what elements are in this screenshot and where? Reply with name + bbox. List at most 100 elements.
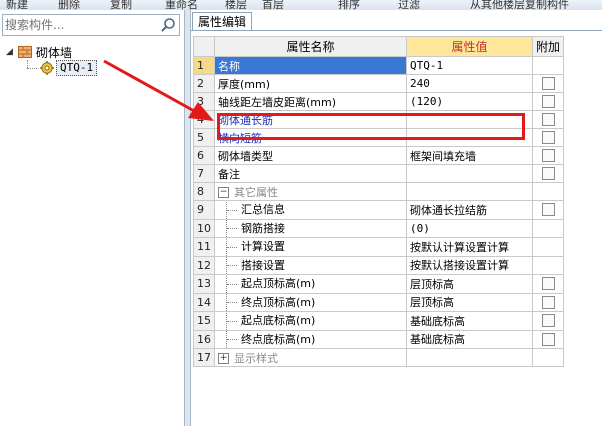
property-name-cell[interactable]: 名称 [214,56,407,75]
property-name-cell[interactable]: 砌体墙类型 [214,146,407,165]
extra-cell[interactable] [531,292,565,312]
property-name-cell[interactable]: 备注 [214,164,407,183]
property-row[interactable]: 3 轴线距左墙皮距离(mm) (120) [193,92,565,111]
property-value-cell[interactable] [406,164,533,183]
tree-node-qtq-1[interactable]: QTQ-1 [40,60,98,76]
extra-cell[interactable] [531,110,565,129]
property-row[interactable]: 2 厚度(mm) 240 [193,74,565,93]
property-value-cell[interactable]: 按默认搭接设置计算 [406,255,533,275]
row-number[interactable]: 8 [193,182,215,201]
row-number[interactable]: 10 [193,218,215,238]
property-value-cell[interactable]: 层顶标高 [406,274,533,294]
property-value-cell[interactable] [406,182,533,201]
property-value-cell[interactable]: 按默认计算设置计算 [406,237,533,257]
row-number[interactable]: 4 [193,110,215,129]
extra-checkbox[interactable] [541,149,555,162]
extra-checkbox[interactable] [541,113,555,126]
property-name: 备注 [218,167,240,181]
property-row[interactable]: 14 终点顶标高(m) 层顶标高 [193,292,565,312]
property-row[interactable]: 10 钢筋搭接 (0) [193,218,565,238]
property-value-cell[interactable]: 砌体通长拉结筋 [406,200,533,220]
extra-cell[interactable] [531,329,565,349]
property-value-cell[interactable]: (120) [406,92,533,111]
collapse-triangle-icon[interactable]: ◢ [6,47,16,57]
corner-cell [193,36,215,57]
search-icon[interactable] [160,17,176,33]
property-name-cell[interactable]: 起点顶标高(m) [214,274,407,294]
property-name: 起点底标高(m) [241,314,316,327]
row-number[interactable]: 7 [193,164,215,183]
extra-checkbox[interactable] [541,203,555,217]
extra-cell[interactable] [531,128,565,147]
property-name-cell[interactable]: 钢筋搭接 [214,218,407,238]
column-header-value: 属性值 [406,36,533,57]
tree-node-masonry-wall[interactable]: ◢ 砌体墙 [6,44,72,60]
extra-cell[interactable] [531,274,565,294]
collapse-icon[interactable]: − [218,187,229,198]
row-number[interactable]: 5 [193,128,215,147]
property-row[interactable]: 15 起点底标高(m) 基础底标高 [193,311,565,331]
row-number[interactable]: 14 [193,292,215,312]
extra-cell[interactable] [531,74,565,93]
row-number[interactable]: 16 [193,329,215,349]
property-value-cell[interactable]: 基础底标高 [406,329,533,349]
extra-checkbox[interactable] [541,77,555,90]
extra-cell[interactable] [531,92,565,111]
extra-cell[interactable] [531,146,565,165]
property-name-cell[interactable]: 厚度(mm) [214,74,407,93]
row-number[interactable]: 3 [193,92,215,111]
extra-checkbox[interactable] [541,314,555,328]
tab-property-edit[interactable]: 属性编辑 [192,12,253,31]
search-input[interactable] [5,17,155,33]
property-value-cell[interactable]: 基础底标高 [406,311,533,331]
extra-checkbox[interactable] [541,332,555,346]
extra-checkbox[interactable] [541,131,555,144]
row-number[interactable]: 13 [193,274,215,294]
property-row[interactable]: 12 搭接设置 按默认搭接设置计算 [193,255,565,275]
property-name-cell[interactable]: 轴线距左墙皮距离(mm) [214,92,407,111]
property-value-cell[interactable]: 框架间填充墙 [406,146,533,165]
property-value-cell[interactable]: 层顶标高 [406,292,533,312]
extra-checkbox[interactable] [541,277,555,291]
property-value-cell[interactable]: QTQ-1 [406,56,533,75]
extra-checkbox[interactable] [541,295,555,309]
property-row[interactable]: 16 终点底标高(m) 基础底标高 [193,329,565,349]
search-box[interactable] [2,14,180,36]
extra-cell[interactable] [531,164,565,183]
property-name-cell[interactable]: 搭接设置 [214,255,407,275]
property-row[interactable]: 9 汇总信息 砌体通长拉结筋 [193,200,565,220]
property-panel: 属性编辑 属性名称 属性值 附加 1 名称 QTQ-1 2 厚度(mm) 240 3 轴线距左… [191,10,602,426]
property-name-cell[interactable]: − 其它属性 [214,182,407,201]
row-number[interactable]: 11 [193,237,215,257]
tree-child-label: QTQ-1 [56,60,98,76]
property-name-cell[interactable]: 终点顶标高(m) [214,292,407,312]
property-value-cell[interactable] [406,348,533,367]
property-name-cell[interactable]: 汇总信息 [214,200,407,220]
row-number[interactable]: 9 [193,200,215,220]
property-name-cell[interactable]: 终点底标高(m) [214,329,407,349]
property-row[interactable]: 6 砌体墙类型 框架间填充墙 [193,146,565,165]
property-name-cell[interactable]: + 显示样式 [214,348,407,367]
extra-cell [531,348,565,367]
property-value-cell[interactable]: 240 [406,74,533,93]
property-row[interactable]: 7 备注 [193,164,565,183]
property-name-cell[interactable]: 计算设置 [214,237,407,257]
property-row[interactable]: 8− 其它属性 [193,182,565,201]
row-number[interactable]: 2 [193,74,215,93]
property-row[interactable]: 11 计算设置 按默认计算设置计算 [193,237,565,257]
extra-checkbox[interactable] [541,167,555,180]
property-name-cell[interactable]: 起点底标高(m) [214,311,407,331]
property-row[interactable]: 13 起点顶标高(m) 层顶标高 [193,274,565,294]
property-row[interactable]: 1 名称 QTQ-1 [193,56,565,75]
extra-cell[interactable] [531,200,565,220]
extra-checkbox[interactable] [541,95,555,108]
row-number[interactable]: 15 [193,311,215,331]
extra-cell[interactable] [531,311,565,331]
row-number[interactable]: 1 [193,56,215,75]
row-number[interactable]: 17 [193,348,215,367]
row-number[interactable]: 6 [193,146,215,165]
row-number[interactable]: 12 [193,255,215,275]
expand-icon[interactable]: + [218,353,229,364]
property-row[interactable]: 17 + 显示样式 [193,348,565,367]
property-value-cell[interactable]: (0) [406,218,533,238]
